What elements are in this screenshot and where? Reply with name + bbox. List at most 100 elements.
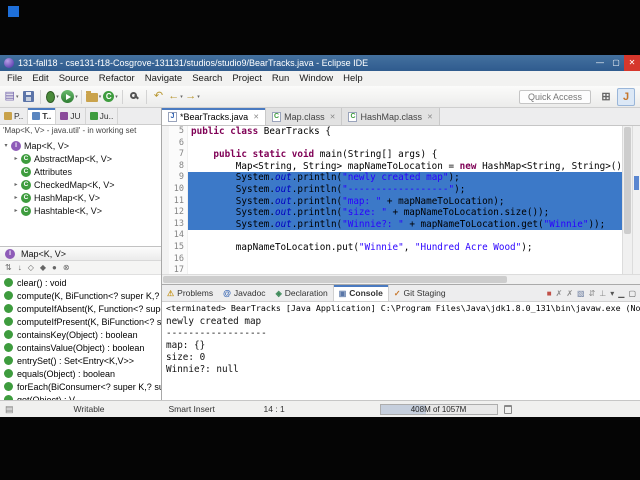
collapsed-arrow-icon[interactable]: ▸ [12,181,20,188]
sort-members-icon[interactable]: ↓ [18,263,22,272]
console-tab-javadoc[interactable]: @ Javadoc [218,285,270,301]
horizontal-scrollbar-thumb[interactable] [163,276,508,283]
menu-project[interactable]: Project [227,73,267,84]
remove-launch-icon[interactable]: ✗ [556,289,563,298]
menu-refactor[interactable]: Refactor [94,73,140,84]
hide-static-members-icon[interactable]: ◆ [40,263,46,272]
minimize-button[interactable]: — [592,55,608,71]
menu-edit[interactable]: Edit [27,73,53,84]
close-tab-icon[interactable]: ✕ [253,113,259,121]
console-output[interactable]: newly created map ------------------ map: … [162,315,640,400]
show-inherited-members-icon[interactable]: ⇅ [5,263,12,272]
sidebar-tab-type-hierarchy[interactable]: T.. [28,108,57,124]
hide-nonpublic-members-icon[interactable]: ● [52,263,57,272]
clear-console-icon[interactable]: ▧ [577,289,585,298]
menu-search[interactable]: Search [187,73,227,84]
member-item[interactable]: clear() : void [0,276,161,289]
new-class-icon[interactable]: C [102,88,119,106]
quick-access-button[interactable]: Quick Access [518,89,591,104]
horizontal-scrollbar[interactable] [162,274,640,284]
member-item[interactable]: equals(Object) : boolean [0,367,161,380]
member-item[interactable]: get(Object) : V [0,393,161,400]
menu-help[interactable]: Help [338,73,368,84]
editor-tab--beartracks-java[interactable]: J *BearTracks.java ✕ [162,108,267,125]
sidebar-tab-junit[interactable]: JU [56,108,86,124]
console-tab-declaration[interactable]: ◈ Declaration [271,285,333,301]
minimize-view-icon[interactable]: ▁ [618,289,624,298]
vertical-scrollbar-thumb[interactable] [624,127,631,234]
remove-all-launches-icon[interactable]: ✗ [566,289,573,298]
hierarchy-item[interactable]: ▸ C HashMap<K, V> [0,191,161,204]
editor-tab-hashmap-class[interactable]: C HashMap.class ✕ [342,108,440,125]
save-icon[interactable] [20,88,37,106]
member-item[interactable]: entrySet() : Set<Entry<K,V>> [0,354,161,367]
code-line[interactable]: 14 [162,230,622,242]
collapsed-arrow-icon[interactable]: ▸ [12,207,20,214]
maximize-button[interactable]: ▢ [608,55,624,71]
code-line[interactable]: 9 System.out.println("newly created map"… [162,172,622,184]
member-item[interactable]: compute(K, BiFunction<? super K,? super … [0,289,161,302]
editor[interactable]: 5 public class BearTracks {6 7 public stat… [162,126,640,274]
close-tab-icon[interactable]: ✕ [330,113,336,121]
code-line[interactable]: 6 [162,137,622,150]
hierarchy-item[interactable]: ▸ C AbstractMap<K, V> [0,152,161,165]
overview-ruler[interactable] [632,126,640,274]
code-line[interactable]: 8 Map<String, String> mapNameToLocation … [162,160,622,173]
statusbar-menu-icon[interactable]: ▤ [5,404,14,415]
code-line[interactable]: 5 public class BearTracks { [162,126,622,138]
code-line[interactable]: 10 System.out.println("-----------------… [162,183,622,196]
hierarchy-item[interactable]: ▾ I Map<K, V> [0,139,161,152]
open-console-icon[interactable]: ▾ [610,289,614,298]
member-item[interactable]: containsKey(Object) : boolean [0,328,161,341]
heap-status-bar[interactable]: 408M of 1057M [379,403,498,415]
hierarchy-item[interactable]: C Attributes [0,165,161,178]
sidebar-tab-package-explorer[interactable]: P.. [0,108,29,124]
code-line[interactable]: 7 public static void main(String[] args)… [162,149,622,161]
code-line[interactable]: 12 System.out.println("size: " + mapName… [162,207,622,219]
console-tab-git-staging[interactable]: ✓ Git Staging [389,285,451,301]
last-edit-location-icon[interactable]: ↶ [150,88,167,106]
code-line[interactable]: 13 System.out.println("Winnie?: " + mapN… [162,218,622,231]
console-tab-problems[interactable]: ⚠ Problems [162,285,218,301]
search-icon[interactable] [126,88,143,106]
menu-navigate[interactable]: Navigate [140,73,188,84]
collapsed-arrow-icon[interactable]: ▸ [12,194,20,201]
terminate-icon[interactable]: ■ [547,289,552,298]
maximize-view-icon[interactable]: ▢ [628,289,636,298]
hierarchy-item[interactable]: ▸ C CheckedMap<K, V> [0,178,161,191]
hierarchy-item[interactable]: ▸ C Hashtable<K, V> [0,204,161,217]
menu-file[interactable]: File [2,73,27,84]
vertical-scrollbar[interactable] [622,126,632,274]
member-item[interactable]: computeIfPresent(K, BiFunction<? super K… [0,315,161,328]
open-perspective-icon[interactable]: ⊞ [597,88,615,106]
code-line[interactable]: 17 [162,265,622,274]
scroll-lock-icon[interactable]: ⇵ [589,289,596,298]
close-tab-icon[interactable]: ✕ [427,113,433,121]
member-item[interactable]: computeIfAbsent(K, Function<? super K,? … [0,302,161,315]
hide-fields-icon[interactable]: ◇ [28,263,34,272]
close-button[interactable]: ✕ [624,55,640,71]
new-wizard-icon[interactable]: ▤ [3,88,20,106]
code-line[interactable]: 11 System.out.println("map: " + mapNameT… [162,195,622,208]
code-line[interactable]: 15 mapNameToLocation.put("Winnie", "Hund… [162,241,622,254]
console-tab-console[interactable]: ▣ Console [332,285,389,301]
run-icon[interactable] [61,88,78,106]
member-item[interactable]: forEach(BiConsumer<? super K,? super V>)… [0,380,161,393]
menu-source[interactable]: Source [54,73,94,84]
java-perspective-icon[interactable]: J [617,87,635,106]
titlebar[interactable]: 131-fall18 - cse131-f18-Cosgrove-131131/… [0,55,640,71]
editor-tab-map-class[interactable]: C Map.class ✕ [266,108,343,125]
debug-icon[interactable] [44,88,61,106]
back-icon[interactable]: ← [167,88,184,106]
new-java-project-icon[interactable] [85,88,102,106]
run-garbage-collector-icon[interactable] [503,404,512,414]
menu-run[interactable]: Run [267,73,294,84]
pin-console-icon[interactable]: ⊥ [599,289,606,298]
menu-window[interactable]: Window [294,73,338,84]
collapsed-arrow-icon[interactable]: ▸ [12,155,20,162]
code-area[interactable]: 5 public class BearTracks {6 7 public stat… [162,126,622,274]
member-item[interactable]: containsValue(Object) : boolean [0,341,161,354]
member-pane-header[interactable]: I Map<K, V> [0,246,161,261]
forward-icon[interactable]: → [184,88,201,106]
code-line[interactable]: 16 [162,253,622,266]
